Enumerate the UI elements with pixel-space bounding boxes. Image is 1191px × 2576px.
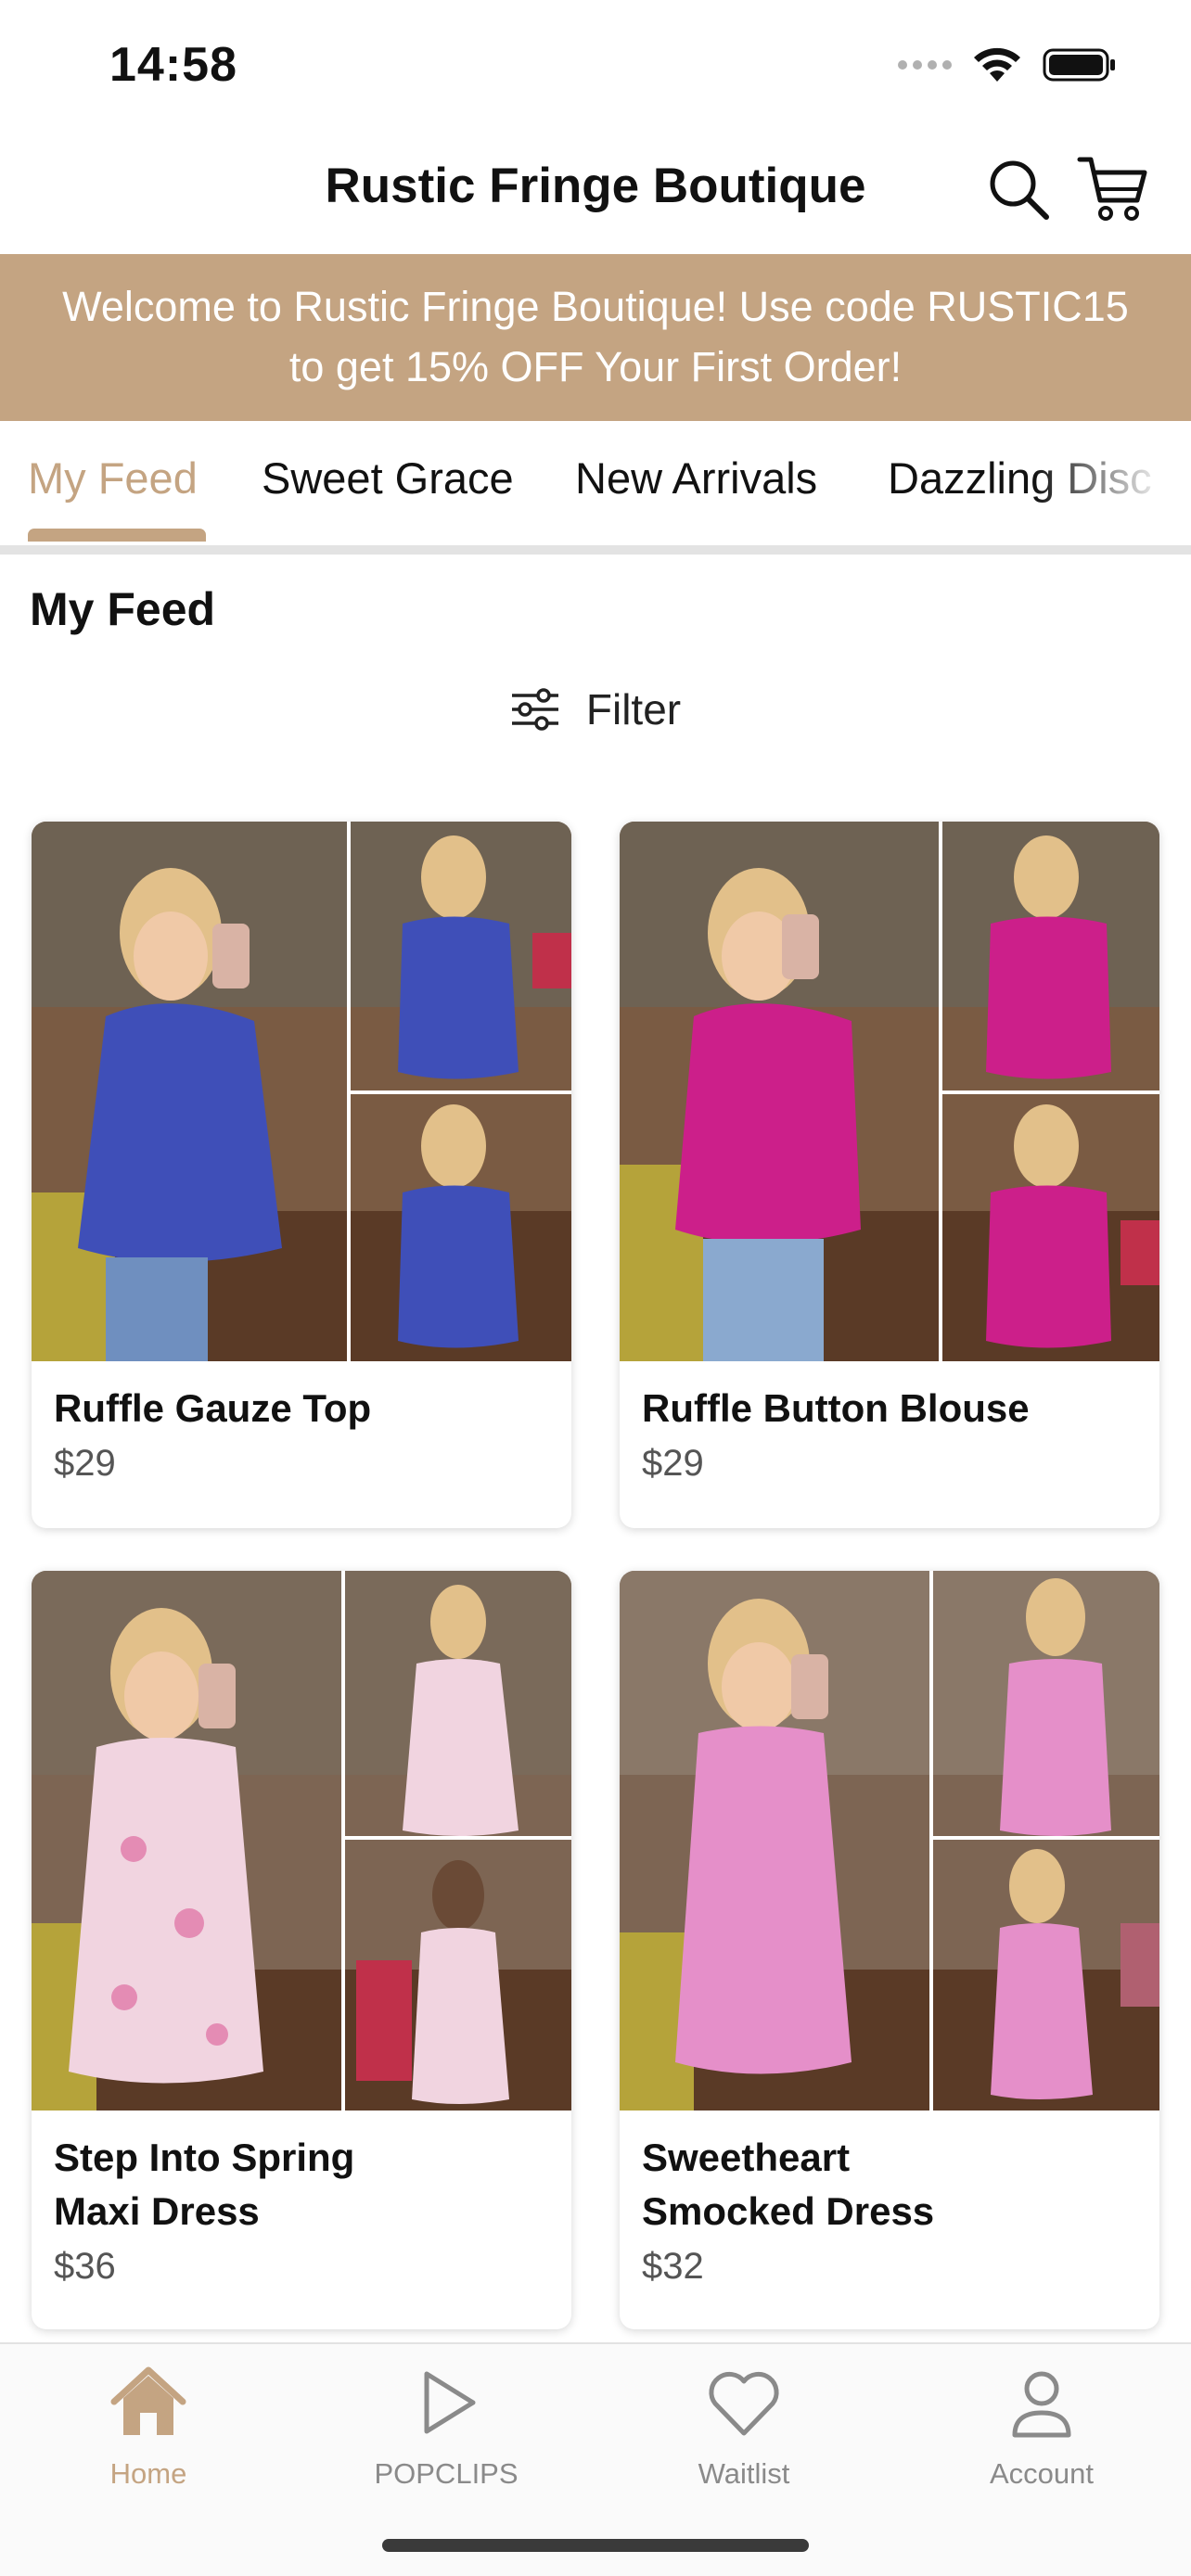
product-image[interactable] [32,822,571,1361]
product-name[interactable]: Step Into Spring Maxi Dress [54,2131,549,2238]
promo-line-2: to get 15% OFF Your First Order! [288,343,903,390]
home-indicator [382,2539,809,2552]
tab-new-arrivals[interactable]: New Arrivals [575,453,817,504]
product-name-line-1: Sweetheart [642,2136,851,2179]
product-name-line-1: Step Into Spring [54,2136,355,2179]
product-card[interactable]: Sweetheart Smocked Dress $32 [620,1571,1159,2329]
promo-banner[interactable]: Welcome to Rustic Fringe Boutique! Use c… [0,254,1191,421]
search-button[interactable] [985,156,1052,223]
wifi-icon [974,47,1020,82]
product-price: $36 [54,2246,116,2287]
product-card[interactable]: Ruffle Gauze Top $29 [32,822,571,1528]
product-name[interactable]: Ruffle Gauze Top [54,1382,549,1435]
tab-scroll-fade [1033,421,1191,547]
person-icon [1012,2371,1071,2438]
tab-sweet-grace[interactable]: Sweet Grace [262,453,514,504]
product-image[interactable] [620,822,1159,1361]
category-tabs: My Feed Sweet Grace New Arrivals Dazzlin… [0,421,1191,547]
product-name[interactable]: Ruffle Button Blouse [642,1382,1137,1435]
filter-button[interactable]: Filter [0,684,1191,734]
app-header: Rustic Fringe Boutique [0,130,1191,254]
product-image[interactable] [620,1571,1159,2111]
nav-popclips[interactable]: POPCLIPS [353,2361,539,2491]
home-icon [110,2366,186,2435]
search-icon [990,160,1049,220]
filter-label: Filter [585,685,682,733]
product-price: $29 [642,1443,704,1484]
nav-label: Home [109,2457,187,2490]
play-icon [424,2371,476,2434]
product-card[interactable]: Ruffle Button Blouse $29 [620,822,1159,1528]
nav-label: Account [989,2457,1094,2490]
status-bar: 14:58 [0,0,1191,130]
cellular-signal-icon [898,60,952,70]
promo-line-1: Welcome to Rustic Fringe Boutique! Use c… [62,283,1129,330]
nav-home[interactable]: Home [56,2361,241,2491]
filter-icon [511,688,558,731]
tab-my-feed[interactable]: My Feed [28,453,198,504]
product-name[interactable]: Sweetheart Smocked Dress [642,2131,1137,2238]
feed-title: My Feed [30,583,216,635]
nav-waitlist[interactable]: Waitlist [651,2361,837,2491]
product-card[interactable]: Step Into Spring Maxi Dress $36 [32,1571,571,2329]
product-image[interactable] [32,1571,571,2111]
tabs-divider [0,545,1191,555]
nav-account[interactable]: Account [949,2361,1134,2491]
battery-icon [1043,48,1115,82]
product-name-line-2: Maxi Dress [54,2189,260,2233]
status-icons [898,46,1117,83]
cart-button[interactable] [1076,152,1150,226]
heart-icon [709,2371,779,2436]
product-price: $32 [642,2246,704,2287]
nav-label: POPCLIPS [374,2457,519,2490]
active-tab-indicator [28,529,206,542]
nav-label: Waitlist [698,2457,790,2490]
product-price: $29 [54,1443,116,1484]
cart-icon [1077,157,1147,221]
app-screen: 14:58 Rustic Fringe Boutique Welcome to … [0,0,1191,2576]
status-time: 14:58 [109,38,237,92]
product-name-line-2: Smocked Dress [642,2189,935,2233]
